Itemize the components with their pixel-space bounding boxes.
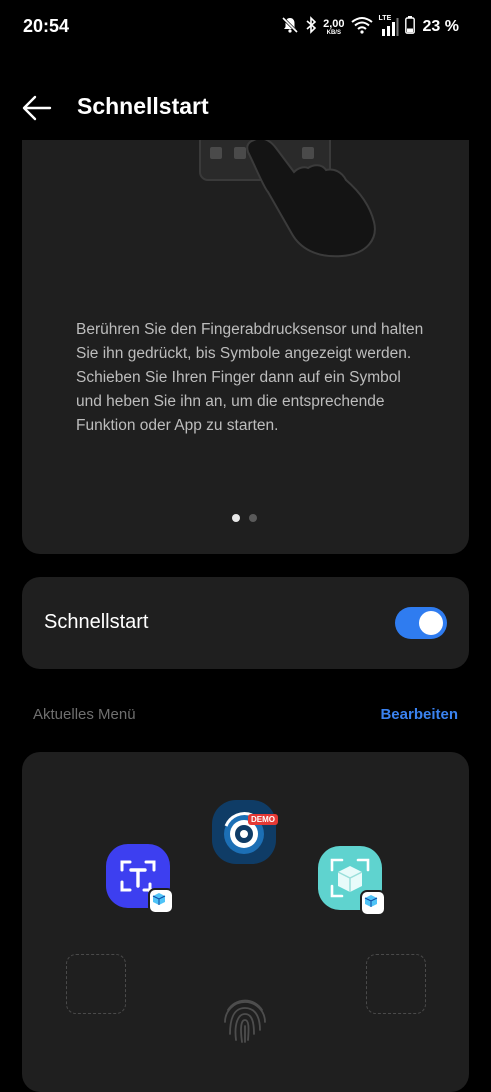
empty-slot-left[interactable] <box>66 954 126 1014</box>
network-type: LTE <box>378 15 392 22</box>
demo-app-icon[interactable]: DEMO <box>212 800 278 864</box>
network-speed-unit: KB/S <box>326 29 341 36</box>
network-speed-value: 2,00 <box>323 17 345 30</box>
status-bar: 20:54 2,00 KB/S LTE 23 % <box>0 0 491 54</box>
page-indicator <box>232 514 257 522</box>
network-speed: 2,00 KB/S <box>323 17 345 36</box>
battery-icon <box>404 15 415 39</box>
quick-launch-card: Schnellstart <box>22 577 469 669</box>
signal-icon: LTE <box>378 15 399 37</box>
intro-card: Berühren Sie den Fingerabdrucksensor und… <box>22 140 469 554</box>
bell-muted-icon <box>281 16 299 39</box>
cube-badge-icon <box>360 890 386 916</box>
switch-knob <box>419 611 443 635</box>
battery-level: 23 % <box>422 18 459 35</box>
page-title: Schnellstart <box>77 93 209 119</box>
fingerprint-icon <box>220 994 270 1046</box>
bluetooth-icon <box>305 15 317 39</box>
status-icons: 2,00 KB/S LTE 23 % <box>281 14 459 40</box>
current-menu-header: Aktuelles Menü Bearbeiten <box>0 700 491 730</box>
cube-badge-icon <box>148 888 174 914</box>
quick-launch-switch[interactable] <box>395 607 447 639</box>
app-bar: Schnellstart <box>0 80 491 136</box>
back-arrow-icon[interactable] <box>20 90 56 126</box>
quick-launch-label: Schnellstart <box>44 611 149 633</box>
ar-cube-app-icon[interactable] <box>318 846 386 916</box>
intro-description: Berühren Sie den Fingerabdrucksensor und… <box>76 321 424 434</box>
page-dot <box>249 514 257 522</box>
empty-slot-right[interactable] <box>366 954 426 1014</box>
demo-badge: DEMO <box>248 814 278 825</box>
wifi-icon <box>350 16 373 39</box>
text-scanner-app-icon[interactable] <box>106 844 174 914</box>
current-menu-card: DEMO <box>22 752 469 1092</box>
page-dot-active <box>232 514 240 522</box>
edit-button[interactable]: Bearbeiten <box>380 706 458 723</box>
current-menu-title: Aktuelles Menü <box>33 706 136 723</box>
fingerprint-gesture-illustration <box>192 140 392 270</box>
status-time: 20:54 <box>23 16 70 36</box>
